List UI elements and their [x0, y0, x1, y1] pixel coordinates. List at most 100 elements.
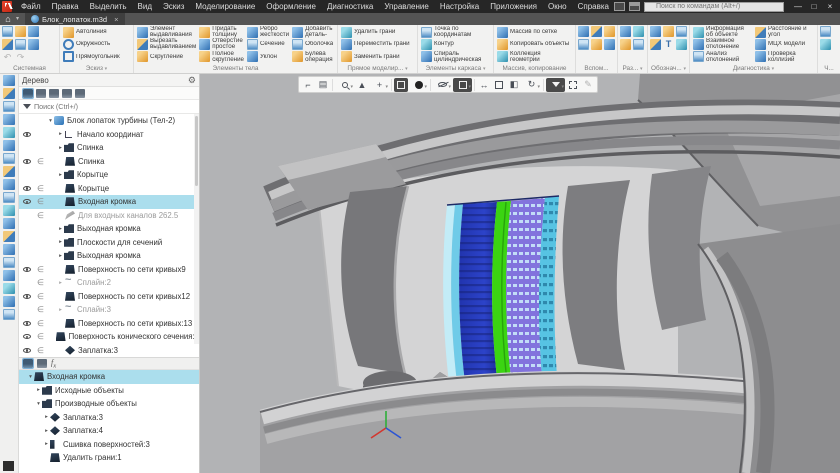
designation-tolerance-icon[interactable] — [650, 39, 661, 50]
home-icon[interactable]: ⌂ — [0, 13, 16, 25]
workspace-toggle-icon[interactable] — [629, 2, 640, 11]
close-button[interactable]: × — [823, 2, 837, 11]
subtable-view-icon[interactable] — [37, 359, 47, 368]
geometry-collection-button[interactable]: Коллекция геометрии — [496, 51, 573, 63]
menu-management[interactable]: Управление — [379, 1, 433, 12]
menu-layout[interactable]: Оформление — [261, 1, 321, 12]
text-icon[interactable]: T — [663, 39, 674, 50]
ghost-display-icon[interactable] — [453, 78, 472, 92]
export-tool-icon[interactable] — [3, 296, 15, 307]
tree-item-origin[interactable]: ▸Начало координат — [19, 128, 199, 142]
reference-tool-icon[interactable] — [3, 179, 15, 190]
menu-diagnostics[interactable]: Диагностика — [322, 1, 378, 12]
tab-list-caret-icon[interactable]: ▾ — [16, 13, 25, 25]
tree-item-sketch[interactable]: ∈Для входных каналов 262.5 — [19, 209, 199, 223]
apps-tool-icon[interactable] — [3, 270, 15, 281]
print-icon[interactable] — [2, 39, 13, 50]
detail-item-patch[interactable]: ▸Заплатка:3 — [19, 411, 199, 425]
tree-item-folder[interactable]: ▸Плоскости для сечений — [19, 236, 199, 250]
tree-item-selected[interactable]: ∈Входная кромка — [19, 195, 199, 209]
rectangle-button[interactable]: Прямоугольник — [62, 51, 131, 63]
fillet-button[interactable]: Скругление — [136, 51, 197, 63]
tree-item-root[interactable]: ▾Блок лопаток турбины (Тел-2) — [19, 114, 199, 128]
panel-corner-chip[interactable] — [3, 461, 14, 471]
boolean-button[interactable]: Булева операция — [291, 51, 335, 63]
detail-item-stitch[interactable]: ▸Сшивка поверхностей:3 — [19, 438, 199, 452]
hide-objects-icon[interactable] — [433, 78, 452, 92]
visibility-eye-icon[interactable] — [23, 348, 31, 353]
lcs-tool-icon[interactable] — [3, 101, 15, 112]
tree-item-surface[interactable]: ∈Спинка — [19, 155, 199, 169]
tree-item-folder[interactable]: ▸Выходная кромка — [19, 249, 199, 263]
move-faces-button[interactable]: Переместить грани — [340, 38, 415, 50]
drawing-layout-icon[interactable] — [820, 39, 831, 50]
draft-button[interactable]: Уклон — [246, 51, 290, 63]
shading-mode-icon[interactable] — [409, 78, 428, 92]
aux-lcs-icon[interactable] — [578, 39, 589, 50]
macro-tool-icon[interactable] — [3, 257, 15, 268]
layers-view-icon[interactable] — [75, 89, 85, 98]
tree-item-folder[interactable]: ▸Спинка — [19, 141, 199, 155]
maximize-button[interactable]: □ — [807, 2, 821, 11]
menu-sketch[interactable]: Эскиз — [158, 1, 189, 12]
designation-leader-icon[interactable] — [650, 26, 661, 37]
tree-item-surface[interactable]: ∈Поверхность по сети кривых9 — [19, 263, 199, 277]
parameters-tool-icon[interactable] — [3, 153, 15, 164]
variables-fx-icon[interactable]: fx — [51, 358, 56, 370]
isometry-icon[interactable]: ▲ — [355, 78, 369, 92]
pen-icon[interactable]: ✎ — [581, 78, 595, 92]
tree-item-surface[interactable]: ∈Поверхность по сети кривых12 — [19, 290, 199, 304]
add-part-stock-button[interactable]: Добавить деталь-заготов... — [291, 26, 335, 38]
tab-close-icon[interactable]: × — [114, 15, 118, 24]
visibility-eye-icon[interactable] — [23, 159, 31, 164]
command-search-input[interactable] — [644, 2, 784, 12]
insert-tool-icon[interactable] — [3, 192, 15, 203]
tree-search-input[interactable] — [34, 102, 195, 111]
clip-box-icon[interactable] — [492, 78, 506, 92]
visibility-eye-icon[interactable] — [23, 186, 31, 191]
group-label-sketch[interactable]: Эскиз ▾ — [60, 64, 133, 73]
copy-objects-button[interactable]: Копировать объекты — [496, 38, 573, 50]
menu-window[interactable]: Окно — [543, 1, 572, 12]
mass-properties-button[interactable]: МЦХ модели — [754, 38, 815, 50]
scale-icon[interactable]: ↔ — [477, 78, 491, 92]
aux-line-icon[interactable] — [591, 39, 602, 50]
model-tool-icon[interactable] — [3, 75, 15, 86]
collision-check-button[interactable]: Проверка коллизий — [754, 51, 815, 63]
turbine-blade-model[interactable] — [200, 74, 840, 473]
thicken-button[interactable]: Придать толщину — [198, 26, 245, 38]
visibility-eye-icon[interactable] — [23, 334, 31, 339]
preview-icon[interactable] — [15, 39, 26, 50]
menu-help[interactable]: Справка — [573, 1, 614, 12]
menu-settings[interactable]: Настройка — [435, 1, 484, 12]
selection-filter-icon[interactable] — [546, 78, 565, 92]
drawing-view-icon[interactable] — [820, 26, 831, 37]
display-mode-cube-icon[interactable] — [394, 78, 408, 92]
print3d-tool-icon[interactable] — [3, 309, 15, 320]
search-view-icon[interactable] — [62, 89, 72, 98]
view-tool-icon[interactable] — [3, 127, 15, 138]
partition-surface-icon[interactable] — [633, 39, 644, 50]
save-icon[interactable] — [28, 26, 39, 37]
filter-icon[interactable] — [23, 104, 31, 109]
detail-item-selected[interactable]: ▾Входная кромка — [19, 370, 199, 384]
normal-to-icon[interactable]: ⌐ — [301, 78, 315, 92]
group-label-frame-elements[interactable]: Элементы каркаса ▾ — [418, 64, 493, 73]
replace-faces-button[interactable]: Заменить грани — [340, 51, 415, 63]
detail-item-patch[interactable]: ▸Заплатка:4 — [19, 424, 199, 438]
tree-item-folder[interactable]: ▸Корытце — [19, 168, 199, 182]
cut-extrude-button[interactable]: Вырезать выдавливанием — [136, 38, 197, 50]
tree-item-patch[interactable]: ∈Заплатка:3 — [19, 344, 199, 358]
undo-icon[interactable]: ↶ — [2, 52, 13, 63]
tree-item-folder[interactable]: ▸Выходная кромка — [19, 222, 199, 236]
partition-plane-icon[interactable] — [633, 26, 644, 37]
tree-item-spline[interactable]: ∈▸Сплайн:2 — [19, 276, 199, 290]
menu-edit[interactable]: Правка — [47, 1, 84, 12]
group-label-direct-modeling[interactable]: Прямое моделир... ▾ — [338, 64, 417, 73]
tree-item-spline[interactable]: ∈▸Сплайн:3 — [19, 303, 199, 317]
section-button[interactable]: Сечение — [246, 38, 290, 50]
circle-button[interactable]: Окружность — [62, 38, 131, 50]
zoom-icon[interactable] — [335, 78, 354, 92]
check-tool-icon[interactable] — [3, 218, 15, 229]
subtree-view-icon[interactable] — [23, 359, 33, 368]
